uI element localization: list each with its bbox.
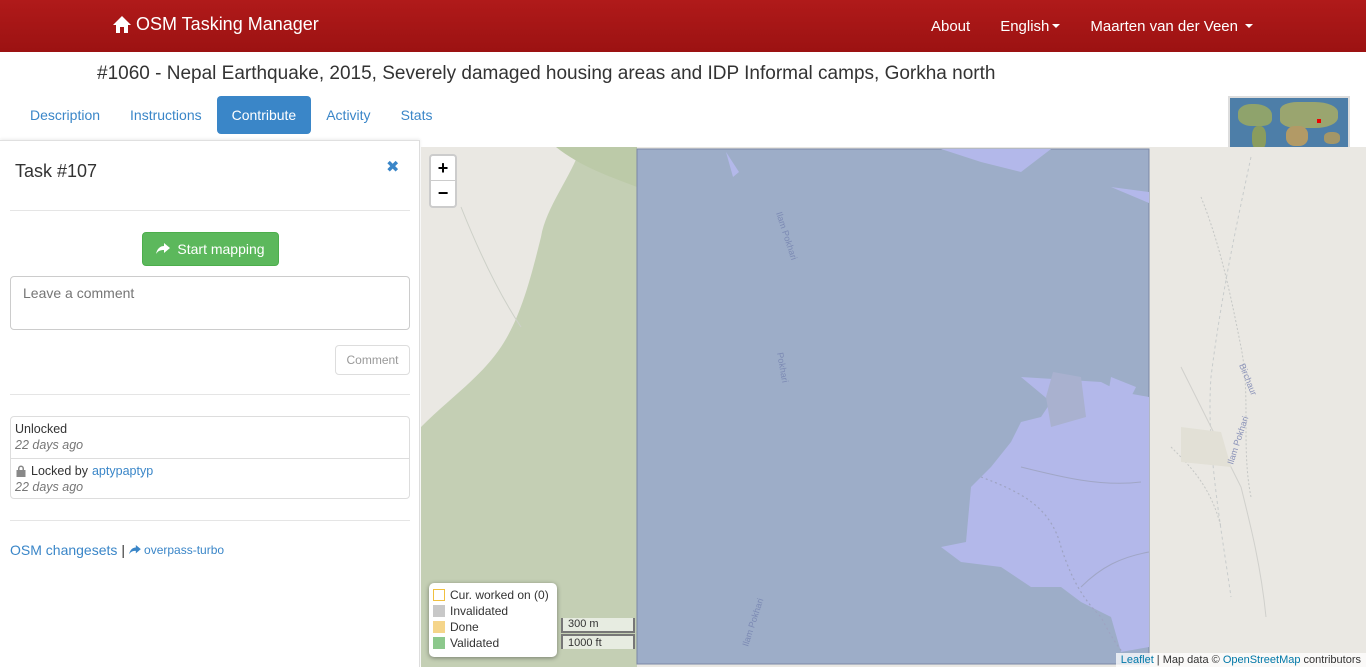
history-time: 22 days ago <box>15 480 84 494</box>
start-mapping-label: Start mapping <box>177 241 265 257</box>
history-action: Locked by aptypaptyp <box>15 463 405 479</box>
navbar-menu: About English Maarten van der Veen <box>916 0 1366 52</box>
openstreetmap-link[interactable]: OpenStreetMap <box>1223 654 1301 666</box>
map-label: Birchaur <box>1237 362 1259 397</box>
tab-activity[interactable]: Activity <box>311 96 385 134</box>
legend-label: Validated <box>450 636 500 650</box>
osm-changesets-link[interactable]: OSM changesets <box>10 542 117 558</box>
map-path <box>460 206 522 328</box>
user-dropdown[interactable]: Maarten van der Veen <box>1075 18 1268 35</box>
tab-contribute[interactable]: Contribute <box>216 96 312 134</box>
attribution-suffix: contributors <box>1300 654 1361 666</box>
user-name: Maarten van der Veen <box>1090 17 1238 35</box>
close-icon[interactable]: ✖ <box>386 157 399 177</box>
overpass-turbo-link[interactable]: overpass-turbo <box>129 543 224 557</box>
legend-item: Done <box>433 619 553 635</box>
scale-bar: 300 m 1000 ft <box>561 618 635 649</box>
navbar: OSM Tasking Manager About English Maarte… <box>0 0 1366 52</box>
language-label: English <box>1000 17 1050 35</box>
external-links: OSM changesets | overpass-turbo <box>10 542 224 558</box>
brand-label: OSM Tasking Manager <box>136 14 319 34</box>
history-item: Locked by aptypaptyp 22 days ago <box>11 458 409 495</box>
map-attribution: Leaflet | Map data © OpenStreetMap contr… <box>1115 653 1366 667</box>
tab-description[interactable]: Description <box>15 96 115 134</box>
start-mapping-button[interactable]: Start mapping <box>142 232 279 266</box>
tab-instructions[interactable]: Instructions <box>115 96 217 134</box>
about-link[interactable]: About <box>916 18 985 35</box>
minimap-land <box>1280 102 1338 128</box>
project-tabs: Description Instructions Contribute Acti… <box>15 96 447 134</box>
legend-label: Cur. worked on (0) <box>450 588 549 602</box>
home-icon <box>113 15 131 33</box>
tab-stats[interactable]: Stats <box>386 96 448 134</box>
share-arrow-icon <box>129 545 141 555</box>
history-time: 22 days ago <box>15 438 84 452</box>
history-user-link[interactable]: aptypaptyp <box>92 463 153 479</box>
legend-label: Done <box>450 620 479 634</box>
divider <box>10 520 410 521</box>
history-action-label: Locked by <box>31 464 88 478</box>
divider <box>10 210 410 211</box>
task-map[interactable]: Ilam Pokhari Pokhari Ilam Pokhari Bircha… <box>421 147 1366 667</box>
legend-swatch <box>433 589 445 601</box>
share-arrow-icon <box>156 243 171 254</box>
caret-down-icon <box>1245 24 1253 28</box>
minimap-land <box>1286 126 1308 146</box>
zoom-out-button[interactable]: − <box>431 181 455 206</box>
attribution-text: | Map data © <box>1153 654 1223 666</box>
task-title: Task #107 <box>15 161 98 181</box>
caret-down-icon <box>1052 24 1061 28</box>
map-canvas: Ilam Pokhari Pokhari Ilam Pokhari Bircha… <box>421 147 1267 667</box>
about-label: About <box>930 17 971 35</box>
legend-item: Invalidated <box>433 603 553 619</box>
link-separator: | <box>121 542 126 558</box>
comment-input[interactable] <box>10 276 410 330</box>
legend-item: Cur. worked on (0) <box>433 587 553 603</box>
task-sidebar: Task #107 ✖ Start mapping Comment Unlock… <box>0 140 420 667</box>
task-history: Unlocked 22 days ago Locked by aptypapty… <box>10 416 410 499</box>
zoom-control: + − <box>429 154 457 208</box>
overpass-turbo-label: overpass-turbo <box>144 543 225 557</box>
minimap-land <box>1238 104 1272 126</box>
scale-metric: 300 m <box>561 618 635 633</box>
legend-label: Invalidated <box>450 604 509 618</box>
legend-swatch <box>433 605 445 617</box>
history-action-label: Unlocked <box>15 422 68 436</box>
map-path <box>1180 366 1267 618</box>
divider <box>10 394 410 395</box>
project-title: #1060 - Nepal Earthquake, 2015, Severely… <box>97 63 996 84</box>
map-legend: Cur. worked on (0) Invalidated Done Vali… <box>429 583 557 657</box>
legend-item: Validated <box>433 635 553 651</box>
zoom-in-button[interactable]: + <box>431 156 455 181</box>
settlement <box>1181 427 1231 467</box>
brand-link[interactable]: OSM Tasking Manager <box>112 14 319 35</box>
lock-icon <box>16 465 26 477</box>
comment-button[interactable]: Comment <box>335 345 410 375</box>
history-action: Unlocked <box>15 421 405 437</box>
minimap-land <box>1324 132 1340 144</box>
language-dropdown[interactable]: English <box>985 18 1075 35</box>
legend-swatch <box>433 637 445 649</box>
scale-imperial: 1000 ft <box>561 634 635 649</box>
legend-swatch <box>433 621 445 633</box>
minimap-location-marker <box>1317 119 1321 123</box>
history-item: Unlocked 22 days ago <box>11 421 409 453</box>
map-label: Ilam Pokhari <box>1225 415 1250 466</box>
leaflet-link[interactable]: Leaflet <box>1121 654 1154 666</box>
